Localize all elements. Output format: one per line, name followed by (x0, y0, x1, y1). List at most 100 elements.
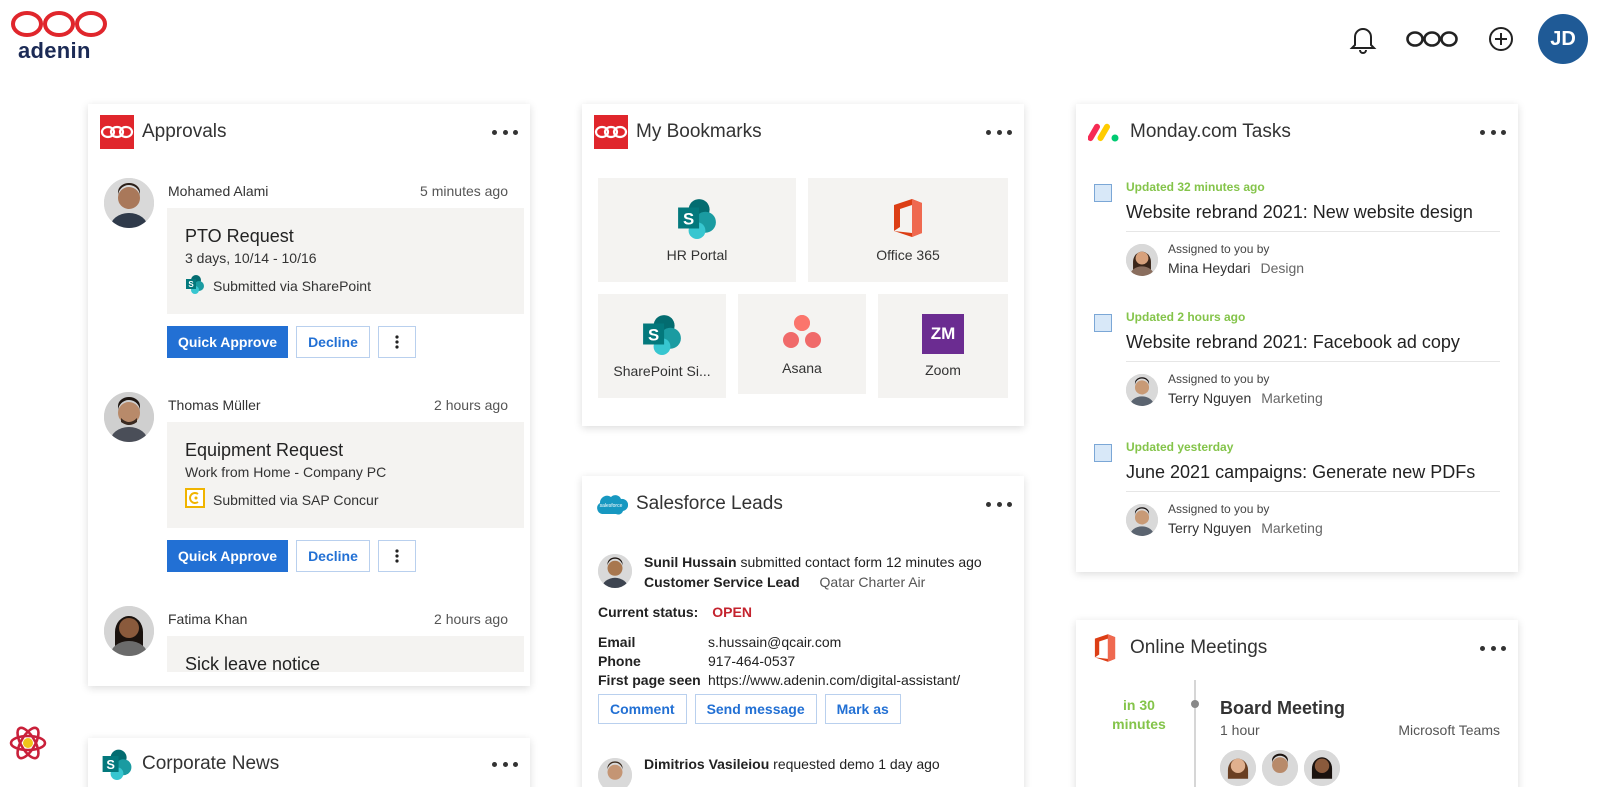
request-time: 5 minutes ago (420, 183, 508, 199)
more-actions-button[interactable] (377, 540, 416, 572)
card-title: Corporate News (142, 753, 280, 774)
assistant-bot-button[interactable] (8, 723, 48, 763)
user-avatar[interactable]: JD (1538, 14, 1588, 64)
sharepoint-icon: S (643, 315, 681, 355)
sharepoint-icon: S (185, 274, 205, 297)
task-assigner: Terry Nguyen Marketing (1168, 390, 1323, 406)
lead-field: First page seen https://www.adenin.com/di… (598, 672, 961, 688)
send-message-button[interactable]: Send message (694, 694, 817, 724)
task-item: Updated 2 hours ago Website rebrand 2021… (1094, 310, 1500, 420)
more-options-button[interactable] (986, 494, 1012, 514)
more-options-button[interactable] (1480, 638, 1506, 658)
sharepoint-icon: S (678, 199, 716, 239)
adenin-app-icon (594, 115, 628, 149)
sap-concur-icon (185, 488, 205, 511)
quick-approve-button[interactable]: Quick Approve (167, 540, 289, 572)
svg-text:salesforce: salesforce (600, 503, 623, 509)
lead-actions: Comment Send message Mark as (598, 694, 901, 724)
decline-button[interactable]: Decline (296, 326, 370, 358)
svg-text:S: S (188, 280, 194, 289)
plus-circle-icon (1489, 27, 1513, 51)
logo-text: adenin (18, 38, 91, 63)
card-title: Monday.com Tasks (1130, 121, 1291, 142)
bookmarks-card: My Bookmarks S HR Portal Office 365 S Sh… (582, 104, 1024, 426)
task-updated: Updated yesterday (1126, 440, 1234, 454)
quick-approve-button[interactable]: Quick Approve (167, 326, 289, 358)
avatar (1262, 750, 1298, 786)
task-title[interactable]: Website rebrand 2021: New website design (1126, 202, 1500, 232)
infinity-apps-icon (1406, 31, 1458, 47)
approval-item: Mohamed Alami 5 minutes ago PTO Request … (104, 178, 524, 368)
requester-name: Fatima Khan (168, 611, 248, 627)
card-title: My Bookmarks (636, 121, 762, 142)
task-item: Updated 32 minutes ago Website rebrand 2… (1094, 180, 1500, 290)
more-actions-button[interactable] (377, 326, 416, 358)
more-options-button[interactable] (492, 122, 518, 142)
mark-as-button[interactable]: Mark as (824, 694, 901, 724)
bell-icon (1349, 28, 1377, 54)
request-details[interactable]: Sick leave notice (167, 636, 524, 672)
bookmark-office-365[interactable]: Office 365 (808, 178, 1008, 282)
avatar (598, 554, 632, 588)
more-options-button[interactable] (492, 754, 518, 774)
svg-text:S: S (106, 757, 115, 772)
meeting-title[interactable]: Board Meeting (1220, 698, 1345, 719)
lead-name[interactable]: Sunil Hussain (644, 554, 737, 570)
task-item: Updated yesterday June 2021 campaigns: G… (1094, 440, 1500, 550)
comment-button[interactable]: Comment (598, 694, 687, 724)
monday-tasks-card: Monday.com Tasks Updated 32 minutes ago … (1076, 104, 1518, 572)
bookmark-zoom[interactable]: ZM Zoom (878, 294, 1008, 398)
header-actions: JD (1324, 14, 1588, 64)
atom-bot-icon (9, 726, 47, 760)
corporate-news-card: S Corporate News (88, 738, 530, 787)
task-assigner: Mina Heydari Design (1168, 260, 1305, 276)
bookmark-sharepoint-site[interactable]: S SharePoint Si... (598, 294, 726, 398)
card-header: Monday.com Tasks (1076, 104, 1518, 160)
request-title: Equipment Request (185, 440, 344, 460)
sharepoint-icon: S (100, 747, 134, 781)
apps-button[interactable] (1402, 14, 1462, 64)
request-details[interactable]: PTO Request 3 days, 10/14 - 10/16 S Subm… (167, 208, 524, 314)
add-button[interactable] (1476, 14, 1526, 64)
bookmark-hr-portal[interactable]: S HR Portal (598, 178, 796, 282)
task-assigner: Terry Nguyen Marketing (1168, 520, 1323, 536)
task-title[interactable]: Website rebrand 2021: Facebook ad copy (1126, 332, 1500, 362)
decline-button[interactable]: Decline (296, 540, 370, 572)
avatar (1126, 374, 1158, 406)
approval-item: Fatima Khan 2 hours ago Sick leave notic… (104, 606, 524, 686)
request-title: PTO Request (185, 226, 294, 246)
task-checkbox[interactable] (1094, 444, 1112, 462)
svg-text:S: S (648, 325, 659, 344)
attendees (1220, 750, 1340, 786)
request-time: 2 hours ago (434, 397, 508, 413)
request-source: S Submitted via SharePoint (185, 274, 506, 297)
task-title[interactable]: June 2021 campaigns: Generate new PDFs (1126, 462, 1500, 492)
office-icon (1088, 631, 1122, 665)
request-source: Submitted via SAP Concur (185, 488, 506, 511)
avatar (104, 606, 154, 656)
avatar (1220, 750, 1256, 786)
request-details[interactable]: Equipment Request Work from Home - Compa… (167, 422, 524, 528)
kebab-icon (395, 549, 399, 563)
approval-actions: Quick Approve Decline (167, 540, 416, 572)
notifications-button[interactable] (1338, 14, 1388, 64)
task-checkbox[interactable] (1094, 184, 1112, 202)
lead-summary: Dimitrios Vasileiou requested demo 1 day… (644, 756, 940, 772)
more-options-button[interactable] (986, 122, 1012, 142)
task-checkbox[interactable] (1094, 314, 1112, 332)
task-updated: Updated 32 minutes ago (1126, 180, 1265, 194)
lead-summary: Sunil Hussain submitted contact form 12 … (644, 554, 982, 570)
lead-status: Current status: OPEN (598, 604, 752, 620)
avatar (1126, 504, 1158, 536)
adenin-app-icon (100, 115, 134, 149)
meeting-duration: 1 hour (1220, 722, 1260, 738)
salesforce-icon: salesforce (594, 487, 628, 521)
avatar (104, 178, 154, 228)
bookmark-asana[interactable]: Asana (738, 294, 866, 394)
avatar (598, 758, 632, 787)
lead-role: Customer Service Lead Qatar Charter Air (644, 574, 926, 590)
more-options-button[interactable] (1480, 122, 1506, 142)
card-header: Approvals (88, 104, 530, 160)
card-header: My Bookmarks (582, 104, 1024, 160)
lead-name[interactable]: Dimitrios Vasileiou (644, 756, 769, 772)
